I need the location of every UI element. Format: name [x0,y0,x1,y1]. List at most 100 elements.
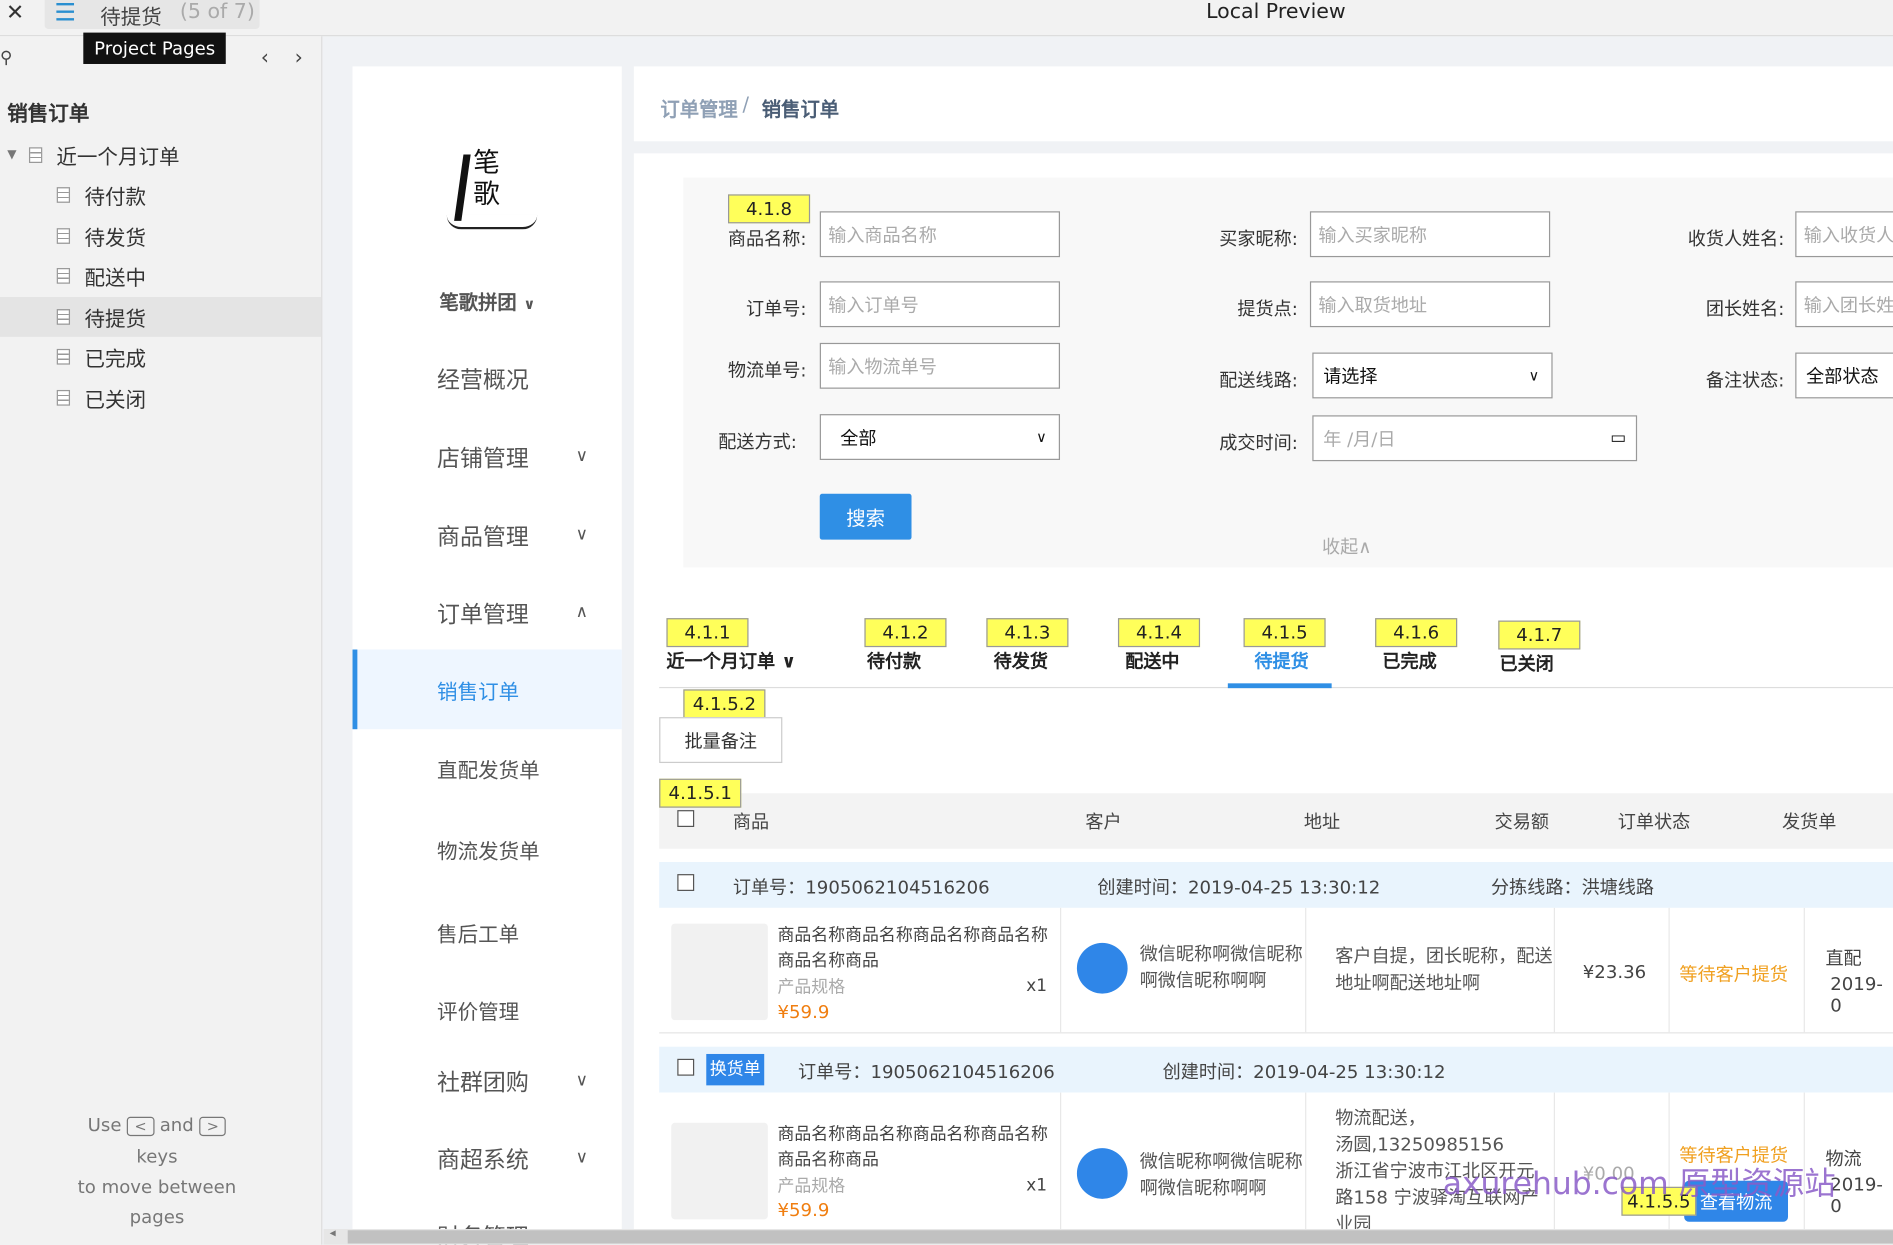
page-item-recent-month[interactable]: ▼ 近一个月订单 [0,135,321,175]
product-name-input[interactable]: 输入商品名称 [819,211,1061,258]
collapse-link[interactable]: 收起∧ [1322,534,1371,559]
order-no-input[interactable]: 输入订单号 [819,281,1061,328]
calendar-icon: ▭ [1610,428,1627,448]
nav-logistics-shipments[interactable]: 物流发货单 [353,810,622,887]
order-checkbox[interactable] [677,874,695,891]
window-title: Local Preview [1206,0,1346,25]
prev-page-icon[interactable]: ‹ [261,46,269,70]
tab-pending-pickup[interactable]: 待提货 [1254,648,1308,673]
page-item[interactable]: 待发货 [0,216,321,256]
breadcrumb-current: 销售订单 [761,97,840,121]
table-row: 商品名称商品名称商品名称商品名称商品名称商品 产品规格 x1 ¥59.9 微信昵… [659,907,1893,1034]
batch-remark-button[interactable]: 批量备注 [659,717,783,764]
scrollbar-thumb[interactable] [347,1230,1893,1244]
route-select[interactable]: 请选择 ∨ [1312,352,1553,399]
order-checkbox[interactable] [677,1058,695,1076]
nav-after-sales[interactable]: 售后工单 [353,893,622,970]
created-time: 创建时间：2019-04-25 13:30:12 [1162,1061,1446,1083]
page-item[interactable]: 配送中 [0,256,321,296]
product-price: ¥59.9 [777,1000,830,1023]
avatar [1076,942,1128,994]
nav-store[interactable]: 店铺管理 ∨ [353,418,622,495]
nav-supermarket[interactable]: 商超系统 ∨ [353,1119,622,1196]
next-page-icon[interactable]: › [295,46,303,70]
table-header [659,793,1893,849]
expand-icon[interactable]: ▼ [7,148,16,161]
tab-completed[interactable]: 已完成 [1382,648,1436,673]
chevron-down-icon: ∨ [575,446,588,467]
brand-selector[interactable]: 笔歌拼团 ∨ [439,286,535,315]
pickup-point-input[interactable]: 输入取货地址 [1309,281,1551,328]
tab-pending-shipment[interactable]: 待发货 [994,648,1048,673]
chevron-down-icon: ∨ [575,1148,588,1168]
leader-name-input[interactable]: 输入团长姓 [1795,281,1893,328]
page-item[interactable]: 待付款 [0,175,321,215]
page-count: (5 of 7) [179,0,255,25]
product-price: ¥59.9 [777,1198,830,1221]
page-icon [56,228,71,244]
nav-community[interactable]: 社群团购 ∨ [353,1042,622,1119]
avatar [1076,1148,1128,1199]
customer-nick: 微信昵称啊微信昵称啊微信昵称啊啊 [1139,942,1303,992]
order-header: 换货单 订单号：1905062104516206 创建时间：2019-04-25… [659,1046,1893,1093]
nav-orders[interactable]: 订单管理 ∧ [353,573,622,650]
pages-panel: ⚲ ‹ › 销售订单 ▼ 近一个月订单 待付款 待发货 配送中 待提货 已完成 已… [0,36,323,1245]
breadcrumb-parent[interactable]: 订单管理 [660,93,737,122]
select-all-checkbox[interactable] [677,810,695,828]
tab-delivering[interactable]: 配送中 [1125,648,1179,673]
app-sidebar: 笔歌 笔歌拼团 ∨ 经营概况 店铺管理 ∨ 商品管理 ∨ 订单管理 ∧ 销售订单 直配… [352,66,622,1245]
page-icon [56,268,71,284]
page-item-selected[interactable]: 待提货 [0,296,322,337]
chevron-up-icon: ∧ [575,602,588,622]
order-header: 订单号：1905062104516206 创建时间：2019-04-25 13:… [659,862,1893,908]
chevron-down-icon: ∨ [523,295,536,313]
menu-icon: ☰ [54,0,76,27]
exchange-badge: 换货单 [706,1053,765,1086]
product-name[interactable]: 商品名称商品名称商品名称商品名称商品名称商品 [778,924,1056,975]
active-tab-indicator [1227,683,1332,689]
page-icon [56,389,71,406]
product-name[interactable]: 商品名称商品名称商品名称商品名称商品名称商品 [778,1123,1056,1174]
buyer-nick-input[interactable]: 输入买家昵称 [1309,211,1551,258]
close-icon[interactable]: ✕ [6,0,24,25]
product-thumbnail [671,923,768,1021]
breadcrumb: 订单管理 / 销售订单 [633,66,1893,142]
sorting-route: 分拣线路：洪塘线路 [1491,876,1655,899]
customer-nick: 微信昵称啊微信昵称啊微信昵称啊啊 [1139,1150,1303,1199]
logo: 笔歌 [446,148,544,233]
order-number: 订单号：1905062104516206 [732,876,990,899]
tab-recent-month[interactable]: 近一个月订单 ∨ [666,648,796,673]
remark-status-select[interactable]: 全部状态 [1795,352,1893,399]
nav-sales-orders[interactable]: 销售订单 [352,649,622,730]
pages-heading: 销售订单 [7,102,90,127]
page-item[interactable]: 已关闭 [0,378,321,418]
product-thumbnail [671,1122,768,1220]
page-item[interactable]: 已完成 [0,337,321,377]
nav-overview[interactable]: 经营概况 [353,339,622,416]
receiver-name-input[interactable]: 输入收货人 [1795,211,1893,258]
nav-products[interactable]: 商品管理 ∨ [353,496,622,573]
page-selector[interactable]: ☰ 待提货 (5 of 7) [44,0,260,31]
search-button[interactable]: 搜索 [819,493,912,540]
chevron-down-icon: ∨ [575,525,588,545]
horizontal-scrollbar[interactable]: ◂ [323,1227,1893,1245]
tab-pending-payment[interactable]: 待付款 [867,648,921,673]
annotation-label: 4.1.8 [728,194,811,224]
tooltip: Project Pages [83,32,227,64]
page-icon [56,187,71,203]
current-page-name: 待提货 [100,6,162,31]
amount: ¥23.36 [1582,961,1647,983]
logistics-no-input[interactable]: 输入物流单号 [819,342,1061,389]
tab-closed[interactable]: 已关闭 [1499,651,1553,676]
search-icon[interactable]: ⚲ [0,48,12,67]
chevron-down-icon: ∨ [575,1070,588,1091]
nav-direct-shipments[interactable]: 直配发货单 [353,729,622,806]
nav-reviews[interactable]: 评价管理 [353,971,622,1048]
preview-toolbar: ✕ ☰ 待提货 (5 of 7) Local Preview [0,0,1893,37]
order-status: 等待客户提货 [1679,963,1789,986]
deal-time-date-input[interactable]: 年 /月/日 ▭ [1312,415,1638,462]
scroll-left-icon[interactable]: ◂ [330,1227,336,1240]
keyboard-hint: Use < and > keys to move between pages [77,1114,237,1228]
delivery-method-select[interactable]: 全部 ∨ [819,414,1061,460]
chevron-down-icon: ∨ [1528,367,1540,384]
